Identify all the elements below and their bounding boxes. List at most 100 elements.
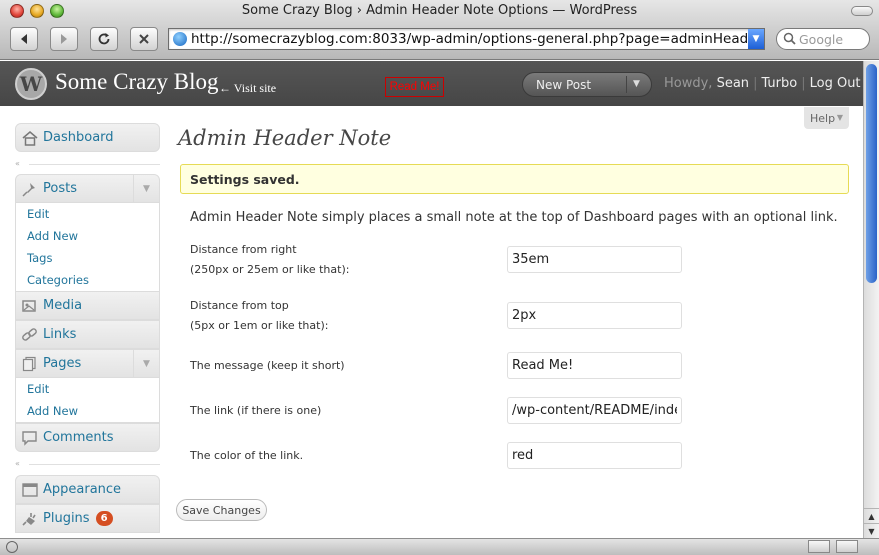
- scroll-up-arrow-icon[interactable]: ▲: [864, 508, 879, 523]
- chevron-down-icon[interactable]: ▼: [748, 29, 764, 49]
- field-label-text: Distance from top: [190, 299, 289, 312]
- reload-button[interactable]: [90, 27, 118, 51]
- field-label-text: The link (if there is one): [190, 404, 322, 417]
- turbo-link[interactable]: Turbo: [761, 76, 797, 91]
- activity-icon: [6, 541, 18, 553]
- chevron-down-icon: ▼: [836, 113, 843, 122]
- menu-dashboard[interactable]: Dashboard: [15, 123, 160, 152]
- chevron-down-icon[interactable]: ▼: [133, 350, 159, 377]
- favorite-actions-dropdown[interactable]: New Post ▼: [522, 72, 652, 97]
- toolbar-toggle-button[interactable]: [851, 6, 873, 16]
- submenu-item-add-new[interactable]: Add New: [16, 400, 159, 422]
- field-label-text: The message (keep it short): [190, 359, 345, 372]
- snapback-button[interactable]: [808, 540, 830, 553]
- message-input[interactable]: [507, 352, 682, 379]
- field-label: Distance from top (5px or 1em or like th…: [190, 296, 328, 336]
- url-text[interactable]: http://somecrazyblog.com:8033/wp-admin/o…: [191, 31, 747, 48]
- menu-label: Pages: [43, 356, 82, 371]
- dropdown-divider: [626, 76, 627, 93]
- field-hint-text: (250px or 25em or like that):: [190, 263, 350, 276]
- home-icon: [22, 131, 38, 146]
- visit-site-link[interactable]: ← Visit site: [219, 81, 276, 96]
- site-globe-icon: [173, 32, 187, 46]
- pages-submenu: Edit Add New: [15, 378, 160, 423]
- scrollbar-thumb[interactable]: [866, 64, 877, 283]
- link-color-input[interactable]: [507, 442, 682, 469]
- separator: |: [801, 76, 806, 91]
- settings-saved-notice: Settings saved.: [180, 164, 849, 194]
- save-changes-button[interactable]: Save Changes: [176, 499, 267, 521]
- link-url-input[interactable]: [507, 397, 682, 424]
- submenu-item-tags[interactable]: Tags: [16, 247, 159, 269]
- stop-button[interactable]: [130, 27, 158, 51]
- link-chain-icon: [22, 328, 37, 341]
- forward-button[interactable]: [50, 27, 78, 51]
- address-bar[interactable]: http://somecrazyblog.com:8033/wp-admin/o…: [168, 28, 765, 50]
- pages-icon: [22, 356, 36, 372]
- field-label-text: The color of the link.: [190, 449, 304, 462]
- menu-pages[interactable]: Pages ▼: [15, 349, 160, 378]
- header-note-link[interactable]: Read Me!: [385, 77, 444, 97]
- admin-sidebar: Dashboard « Posts ▼ Edit Add New Tags Ca…: [0, 106, 172, 538]
- field-hint-text: (5px or 1em or like that):: [190, 319, 329, 332]
- menu-label: Plugins 6: [43, 511, 113, 526]
- menu-label: Media: [43, 298, 83, 313]
- distance-top-input[interactable]: [507, 302, 682, 329]
- menu-media[interactable]: Media: [15, 291, 160, 320]
- distance-right-input[interactable]: [507, 246, 682, 273]
- menu-appearance[interactable]: Appearance: [15, 475, 160, 504]
- main-content: Help ▼ Admin Header Note Settings saved.…: [172, 106, 863, 538]
- submenu-item-edit[interactable]: Edit: [16, 378, 159, 400]
- window-title: Some Crazy Blog › Admin Header Note Opti…: [241, 3, 638, 18]
- menu-separator-collapse[interactable]: «: [15, 459, 160, 469]
- chevron-down-icon[interactable]: ▼: [633, 79, 640, 89]
- submenu-item-categories[interactable]: Categories: [16, 269, 159, 291]
- appearance-icon: [22, 483, 38, 497]
- browser-window: Some Crazy Blog › Admin Header Note Opti…: [0, 0, 879, 555]
- logout-link[interactable]: Log Out: [810, 76, 861, 91]
- pushpin-icon: [22, 183, 35, 197]
- search-icon: [783, 32, 796, 45]
- plugins-label: Plugins: [43, 511, 90, 526]
- vertical-scrollbar[interactable]: ▲ ▼: [863, 61, 879, 538]
- menu-separator-collapse[interactable]: «: [15, 159, 160, 169]
- back-button[interactable]: [10, 27, 38, 51]
- user-profile-link[interactable]: Sean: [717, 76, 749, 91]
- field-label-text: Distance from right: [190, 243, 297, 256]
- submenu-item-add-new[interactable]: Add New: [16, 225, 159, 247]
- status-bar: [0, 538, 879, 555]
- search-field[interactable]: Google: [776, 28, 870, 50]
- wordpress-logo-icon: W: [15, 68, 47, 100]
- new-post-button[interactable]: New Post: [536, 78, 591, 92]
- back-arrow-icon: [21, 34, 27, 44]
- plugin-description: Admin Header Note simply places a small …: [190, 210, 838, 225]
- forward-arrow-icon: [61, 34, 67, 44]
- howdy-text: Howdy,: [664, 76, 713, 91]
- media-icon: [22, 300, 36, 312]
- comment-bubble-icon: [22, 431, 37, 446]
- wp-admin-header: W Some Crazy Blog ← Visit site Read Me! …: [0, 61, 879, 106]
- menu-comments[interactable]: Comments: [15, 423, 160, 452]
- menu-posts[interactable]: Posts ▼: [15, 174, 160, 203]
- user-info: Howdy, Sean | Turbo | Log Out: [664, 76, 861, 91]
- browser-chrome: Some Crazy Blog › Admin Header Note Opti…: [0, 0, 879, 60]
- field-label: Distance from right (250px or 25em or li…: [190, 240, 349, 280]
- chevron-down-icon[interactable]: ▼: [133, 175, 159, 202]
- menu-label: Posts: [43, 181, 77, 196]
- help-label: Help: [810, 112, 836, 125]
- site-title[interactable]: Some Crazy Blog: [55, 69, 219, 95]
- page-title: Admin Header Note: [178, 126, 392, 150]
- submenu-item-edit[interactable]: Edit: [16, 203, 159, 225]
- menu-label: Dashboard: [43, 130, 114, 145]
- scroll-down-arrow-icon[interactable]: ▼: [864, 523, 879, 538]
- menu-label: Comments: [43, 430, 114, 445]
- search-placeholder: Google: [799, 32, 844, 47]
- tile-view-button[interactable]: [836, 540, 858, 553]
- reload-icon: [98, 33, 110, 45]
- menu-links[interactable]: Links: [15, 320, 160, 349]
- separator: |: [753, 76, 758, 91]
- menu-label: Appearance: [43, 482, 122, 497]
- menu-label: Links: [43, 327, 77, 342]
- help-tab-button[interactable]: Help ▼: [804, 107, 849, 129]
- menu-plugins[interactable]: Plugins 6: [15, 504, 160, 533]
